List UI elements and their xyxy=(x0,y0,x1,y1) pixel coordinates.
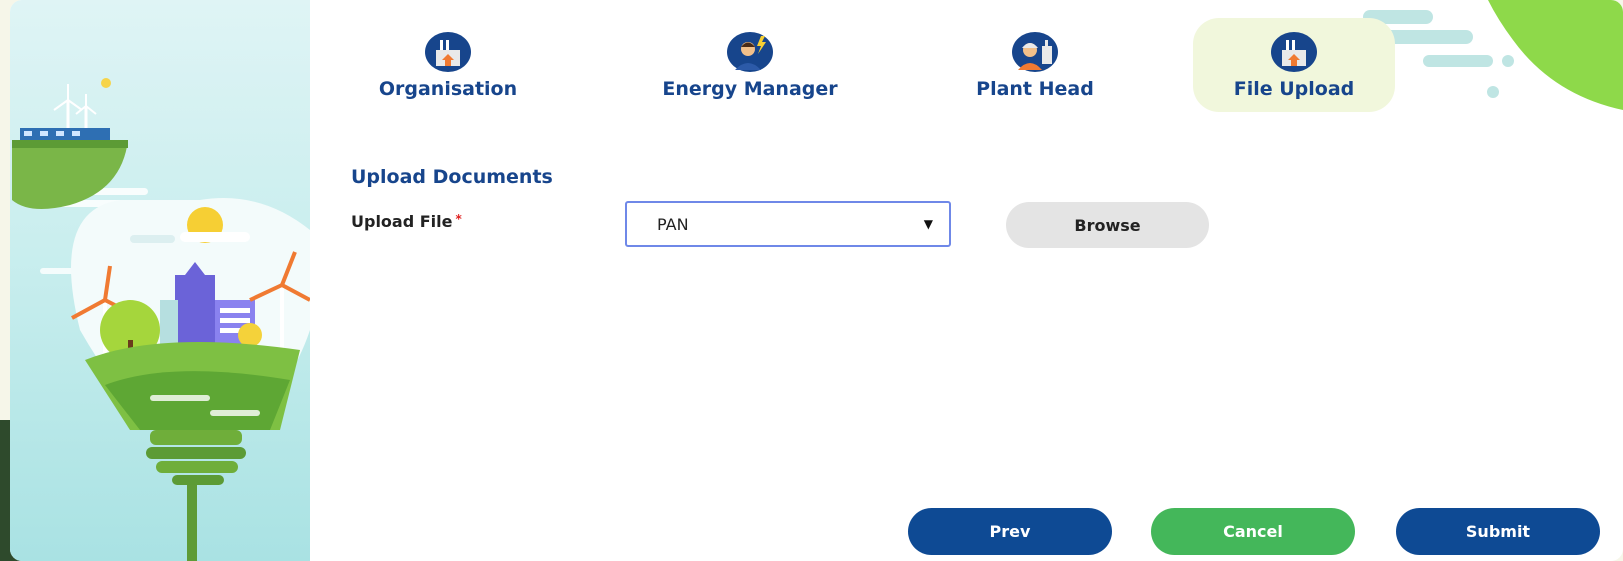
step-organisation[interactable]: Organisation xyxy=(358,18,538,112)
upload-file-label-text: Upload File xyxy=(351,212,453,231)
step-label: Energy Manager xyxy=(662,78,838,100)
factory-icon xyxy=(1271,32,1317,72)
step-label: Plant Head xyxy=(976,78,1094,100)
cancel-button[interactable]: Cancel xyxy=(1151,508,1355,555)
step-energy-manager[interactable]: Energy Manager xyxy=(650,18,850,112)
factory-icon xyxy=(425,32,471,72)
plant-head-icon xyxy=(1012,32,1058,72)
step-label: File Upload xyxy=(1233,78,1355,100)
document-type-value: PAN xyxy=(657,214,689,234)
prev-button[interactable]: Prev xyxy=(908,508,1112,555)
step-plant-head[interactable]: Plant Head xyxy=(950,18,1120,112)
registration-card: Organisation Energy Manager Plant Head F… xyxy=(10,0,1623,561)
green-energy-illustration xyxy=(12,78,310,561)
step-file-upload[interactable]: File Upload xyxy=(1193,18,1395,112)
step-label: Organisation xyxy=(378,78,518,100)
illustration-panel xyxy=(10,0,310,561)
dropdown-caret-icon: ▼ xyxy=(923,217,933,231)
document-type-select[interactable]: PAN ▼ xyxy=(625,201,951,247)
submit-button[interactable]: Submit xyxy=(1396,508,1600,555)
manager-icon xyxy=(727,32,773,72)
upload-file-label: Upload File * xyxy=(351,212,462,231)
browse-button[interactable]: Browse xyxy=(1006,202,1209,248)
required-asterisk: * xyxy=(455,212,462,226)
section-title: Upload Documents xyxy=(351,166,553,188)
decorative-leaf xyxy=(1363,0,1623,110)
